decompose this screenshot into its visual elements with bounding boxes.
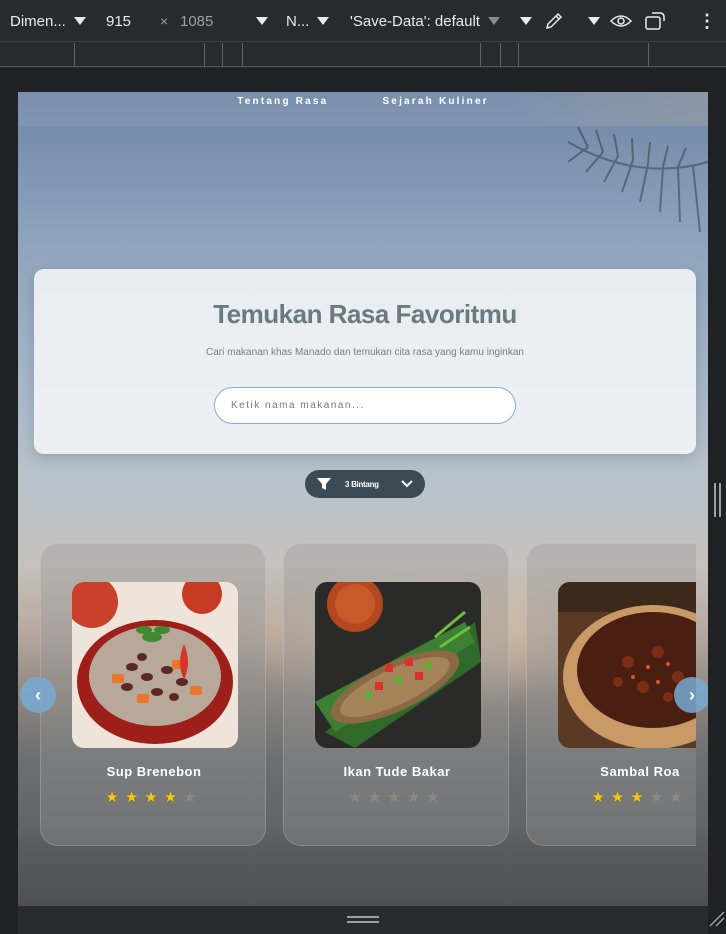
food-name: Sup Brenebon [106, 764, 202, 779]
chevron-down-icon [520, 17, 532, 25]
star-rating: ★★★★★ [527, 788, 696, 806]
star-empty-icon: ★ [367, 789, 388, 806]
star-empty-icon: ★ [387, 789, 407, 806]
nav-link-tentang-rasa[interactable]: Tentang Rasa [237, 96, 328, 126]
star-filled-icon: ★ [591, 789, 611, 806]
eye-icon[interactable] [610, 0, 632, 42]
resize-handle-right[interactable] [714, 483, 721, 517]
throttle-dropdown[interactable]: N... [286, 0, 330, 42]
star-empty-icon: ★ [406, 789, 427, 806]
food-card[interactable]: Ikan Tude Bakar ★★★★★ [283, 543, 509, 846]
star-filled-icon: ★ [124, 789, 145, 806]
star-empty-icon: ★ [669, 789, 689, 806]
star-empty-icon: ★ [348, 789, 368, 806]
star-filled-icon: ★ [630, 789, 650, 806]
height-input[interactable]: 1085 [180, 0, 213, 42]
resize-handle-corner[interactable] [708, 910, 726, 928]
food-carousel: Sup Brenebon ★★★★★ Ikan Tude Bakar ★★★★★… [40, 543, 696, 848]
star-filled-icon: ★ [144, 789, 164, 806]
zoom-dropdown[interactable] [248, 0, 268, 42]
palm-leaf-image [567, 126, 708, 233]
height-value: 1085 [180, 12, 214, 30]
chevron-down-icon [73, 17, 86, 25]
nav-link-sejarah-kuliner[interactable]: Sejarah Kuliner [382, 96, 488, 126]
resize-handle-bottom[interactable] [347, 916, 379, 923]
food-image-sambal-roa [558, 582, 696, 748]
dimensions-label: Dimen... [10, 12, 66, 30]
food-name: Ikan Tude Bakar [343, 764, 451, 779]
devtools-media-ruler [0, 43, 726, 67]
star-rating: ★★★★★ [41, 788, 267, 806]
chevron-down-icon [487, 17, 500, 25]
width-input[interactable]: 915 [106, 0, 131, 42]
hero-title: Temukan Rasa Favoritmu [213, 299, 517, 329]
star-empty-icon: ★ [649, 789, 670, 806]
chevron-down-icon [401, 480, 413, 488]
filter-selected-value: 3 Bintang [345, 479, 379, 489]
filter-icon [317, 478, 331, 490]
chevron-down-icon [256, 17, 268, 25]
food-image-ikan-tude-bakar [315, 582, 481, 748]
food-image-sup-brenebon [72, 582, 238, 748]
save-data-label: 'Save-Data': default [350, 12, 480, 30]
save-data-dropdown[interactable]: 'Save-Data': default [350, 0, 500, 42]
more-vertical-icon[interactable]: ⋮ [698, 0, 716, 42]
search-input[interactable] [214, 387, 516, 424]
search-hero-card: Temukan Rasa Favoritmu Cari makanan khas… [34, 269, 696, 454]
nav-fade [508, 92, 708, 126]
food-card[interactable]: Sup Brenebon ★★★★★ [40, 543, 266, 846]
devtools-device-toolbar: Dimen... 915 × 1085 N... 'Save-Data': de… [0, 0, 726, 42]
star-empty-icon: ★ [426, 789, 446, 806]
dimensions-dropdown[interactable]: Dimen... [10, 0, 86, 42]
carousel-prev-button[interactable]: ‹ [20, 677, 56, 713]
chevron-left-icon: ‹ [35, 684, 41, 705]
width-value: 915 [106, 12, 132, 30]
vision-dropdown[interactable] [580, 0, 600, 42]
media-dropdown[interactable] [512, 0, 532, 42]
rating-filter-dropdown[interactable]: 3 Bintang [305, 470, 425, 498]
top-navigation: Tentang Rasa Sejarah Kuliner [18, 92, 708, 126]
carousel-next-button[interactable]: › [674, 677, 708, 713]
star-empty-icon: ★ [183, 789, 203, 806]
star-filled-icon: ★ [610, 789, 631, 806]
page-viewport: Tentang Rasa Sejarah Kuliner Temukan Ras… [18, 92, 708, 906]
eyedropper-icon[interactable] [544, 0, 564, 42]
rotate-icon[interactable] [644, 0, 666, 42]
star-rating: ★★★★★ [284, 788, 510, 806]
chevron-down-icon [588, 17, 600, 25]
close-icon: × [160, 13, 169, 29]
star-filled-icon: ★ [163, 789, 184, 806]
hero-subtitle: Cari makanan khas Manado dan temukan cit… [206, 347, 524, 358]
food-card[interactable]: Sambal Roa ★★★★★ [526, 543, 696, 846]
food-name: Sambal Roa [600, 764, 680, 779]
star-filled-icon: ★ [105, 789, 125, 806]
chevron-down-icon [317, 17, 330, 25]
chevron-right-icon: › [689, 684, 695, 705]
throttle-label: N... [286, 12, 310, 30]
